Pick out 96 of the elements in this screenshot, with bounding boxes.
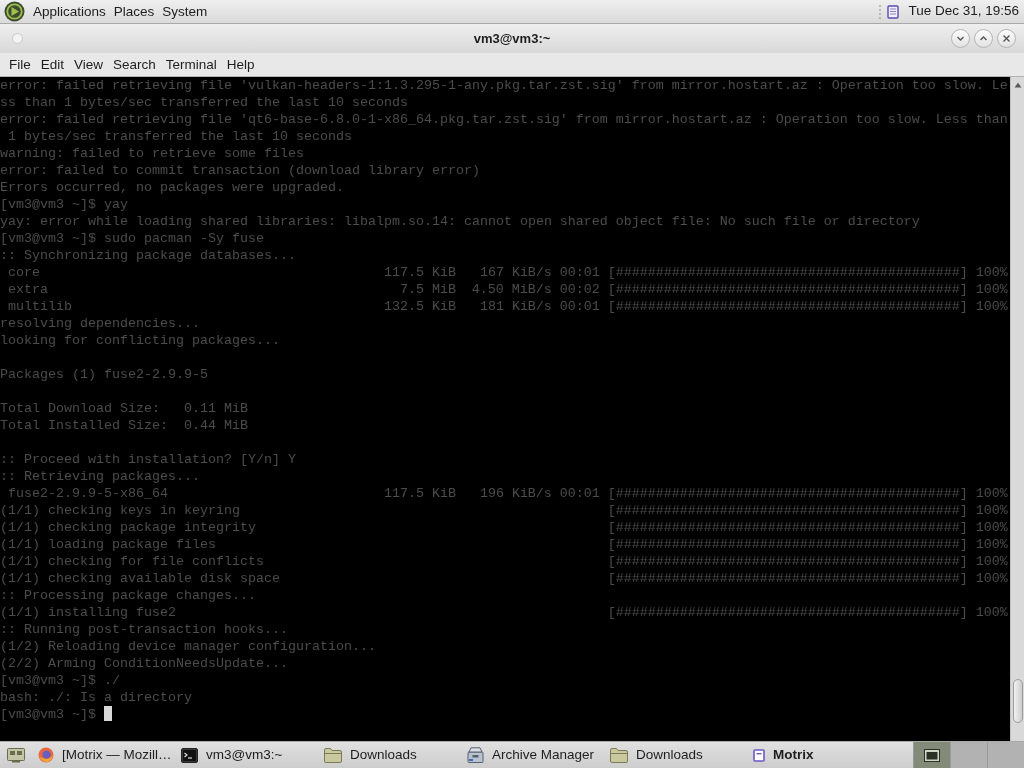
- scrollbar[interactable]: [1010, 77, 1024, 741]
- terminal-line: Packages (1) fuse2-2.9.9-5: [0, 367, 208, 382]
- terminal-line: (1/1) installing fuse2: [0, 604, 177, 621]
- percent-text: 100%: [975, 554, 1008, 569]
- terminal-line: [vm3@vm3 ~]$ yay: [0, 197, 128, 212]
- transfer-stats: 132.5 KiB 181 KiB/s 00:01: [383, 298, 601, 315]
- hash-marks-text: [###########################################]: [607, 503, 968, 518]
- close-button[interactable]: [997, 29, 1016, 48]
- hash-marks-text: [###########################################]: [607, 605, 968, 620]
- taskbar-button[interactable]: [Motrix — Mozill…: [32, 742, 174, 768]
- menu-item[interactable]: Help: [221, 53, 260, 76]
- menu-item[interactable]: Edit: [35, 53, 70, 76]
- terminal-line: error: failed retrieving file 'qt6-base-6.8.0-1-x86_64.pkg.tar.zst.sig' from mirror.hostart.az : Operation too slow. Less than: [0, 112, 1008, 127]
- terminal-icon: [181, 747, 198, 763]
- hash-marks-text: [###########################################]: [607, 537, 968, 552]
- percent-text: 100%: [975, 571, 1008, 586]
- panel-menu[interactable]: Places: [109, 1, 159, 22]
- workspace-button[interactable]: [913, 742, 950, 768]
- terminal-line: :: Proceed with installation? [Y/n] Y: [0, 452, 296, 467]
- terminal-line: :: Running post-transaction hooks...: [0, 622, 288, 637]
- terminal-line: 1 bytes/sec transferred the last 10 seconds: [7, 129, 352, 144]
- notepad-icon: [887, 4, 900, 19]
- tray-button[interactable]: [886, 3, 901, 20]
- percent-text: 100%: [975, 537, 1008, 552]
- terminal-line: (1/1) loading package files: [0, 536, 217, 553]
- terminal-line: (1/1) checking keys in keyring: [0, 502, 241, 519]
- terminal-line: :: Synchronizing package databases...: [0, 248, 296, 263]
- terminal-line: [vm3@vm3 ~]$ ./: [0, 673, 120, 688]
- menu-item[interactable]: Terminal: [160, 53, 222, 76]
- circle-logo-icon: [4, 1, 25, 22]
- menu-item[interactable]: Search: [108, 53, 161, 76]
- taskbar-button[interactable]: vm3@vm3:~: [175, 742, 317, 768]
- percent-text: 100%: [975, 605, 1008, 620]
- percent-text: 100%: [975, 265, 1008, 280]
- terminal-line: [vm3@vm3 ~]$: [0, 707, 96, 722]
- scroll-up-arrow-icon: [1013, 82, 1022, 88]
- terminal-line: Total Download Size: 0.11 MiB: [0, 401, 248, 416]
- terminal-line: bash: ./: Is a directory: [0, 690, 192, 705]
- terminal-line: warning: failed to retrieve some files: [0, 146, 304, 161]
- taskbar-button[interactable]: Downloads: [318, 742, 460, 768]
- terminal-line: core: [7, 264, 41, 281]
- transfer-stats: 117.5 KiB 167 KiB/s 00:01: [383, 264, 601, 281]
- menu-item[interactable]: File: [4, 53, 36, 76]
- transfer-stats: 117.5 KiB 196 KiB/s 00:01: [383, 485, 601, 502]
- panel-menu[interactable]: System: [158, 1, 212, 22]
- terminal-line: (1/1) checking for file conflicts: [0, 553, 265, 570]
- folder-icon: [610, 747, 628, 763]
- hash-marks-text: [###########################################]: [607, 520, 968, 535]
- maximize-button[interactable]: [974, 29, 993, 48]
- terminal-line: (1/2) Reloading device manager configuration...: [0, 639, 376, 654]
- scrollbar-thumb[interactable]: [1012, 679, 1023, 723]
- terminal-line: Total Installed Size: 0.44 MiB: [0, 418, 248, 433]
- percent-text: 100%: [975, 486, 1008, 501]
- terminal-line: ss than 1 bytes/sec transferred the last 10 seconds: [0, 95, 408, 110]
- terminal-line: [vm3@vm3 ~]$ sudo pacman -Sy fuse: [0, 231, 264, 246]
- terminal-line: multilib: [7, 298, 73, 315]
- terminal-line: looking for conflicting packages...: [0, 333, 280, 348]
- percent-text: 100%: [975, 282, 1008, 297]
- terminal-line: extra: [7, 281, 49, 298]
- taskbar-button[interactable]: Downloads: [604, 742, 746, 768]
- terminal-line: (1/1) checking available disk space: [0, 570, 281, 587]
- terminal-line: :: Retrieving packages...: [0, 469, 200, 484]
- terminal-line: (1/1) checking package integrity: [0, 519, 257, 536]
- terminal-line: resolving dependencies...: [0, 316, 200, 331]
- archive-icon: [467, 747, 484, 763]
- terminal-line: (2/2) Arming ConditionNeedsUpdate...: [0, 656, 288, 671]
- terminal-line: yay: error while loading shared libraries: libalpm.so.14: cannot open shared object file: No such file or directory: [0, 214, 920, 229]
- terminal-line: Errors occurred, no packages were upgraded.: [0, 180, 344, 195]
- terminal-line: error: failed to commit transaction (download library error): [0, 163, 480, 178]
- window-icon: [753, 748, 765, 762]
- percent-text: 100%: [975, 503, 1008, 518]
- transfer-stats: 7.5 MiB 4.50 MiB/s 00:02: [398, 281, 601, 298]
- clock-text: Tue Dec 31, 19:56: [907, 2, 1020, 21]
- folder-icon: [324, 747, 342, 763]
- taskbar-button[interactable]: Motrix: [747, 742, 889, 768]
- window-thumbnail-icon: [924, 748, 940, 762]
- terminal-line: :: Processing package changes...: [0, 588, 256, 603]
- hash-marks-text: [###########################################]: [607, 486, 968, 501]
- hash-marks-text: [###########################################]: [607, 265, 968, 280]
- menu-item[interactable]: View: [69, 53, 109, 76]
- taskbar-button[interactable]: Archive Manager: [461, 742, 603, 768]
- panel-menu[interactable]: Applications: [29, 1, 110, 22]
- terminal-line: error: failed retrieving file 'vulkan-headers-1:1.3.295-1-any.pkg.tar.zst.sig' from mirror.hostart.az : Operation too slow. Le: [0, 78, 1008, 93]
- window-title: vm3@vm3:~: [473, 31, 551, 46]
- terminal-line: fuse2-2.9.9-5-x86_64: [7, 485, 169, 502]
- percent-text: 100%: [975, 299, 1008, 314]
- hash-marks-text: [###########################################]: [607, 282, 968, 297]
- percent-text: 100%: [975, 520, 1008, 535]
- hash-marks-text: [###########################################]: [607, 299, 968, 314]
- close-icon: [1001, 33, 1012, 44]
- minimize-button[interactable]: [951, 29, 970, 48]
- hash-marks-text: [###########################################]: [607, 554, 968, 569]
- desktop-icon: [7, 747, 25, 763]
- drag-handle-icon: [878, 3, 883, 20]
- globe-icon: [38, 747, 54, 763]
- hash-marks-text: [###########################################]: [607, 571, 968, 586]
